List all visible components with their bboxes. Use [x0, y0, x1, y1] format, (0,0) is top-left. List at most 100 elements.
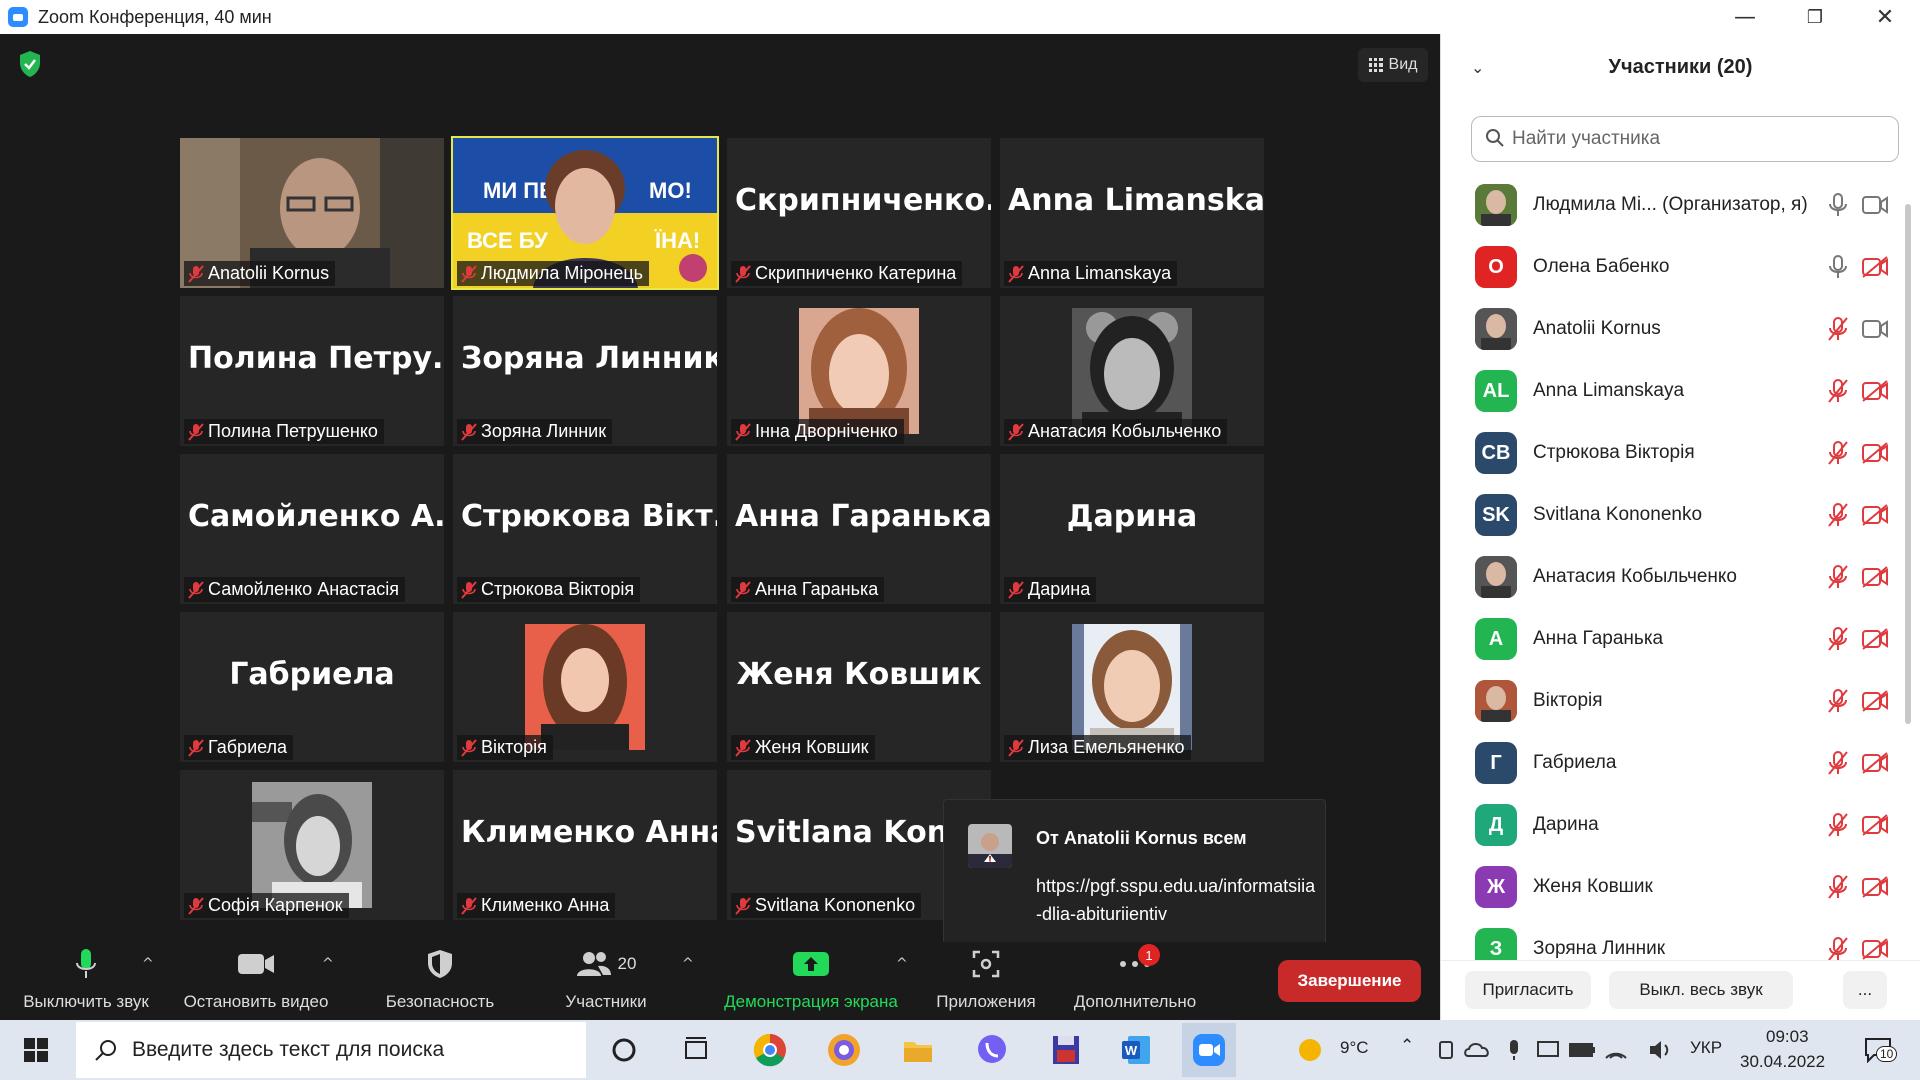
more-button[interactable]: 1 Дополнительно	[1062, 942, 1208, 1020]
word-icon[interactable]: W	[1116, 1030, 1156, 1070]
video-tile[interactable]: Клименко Анна Клименко Анна	[453, 770, 717, 920]
video-tile[interactable]: Анна Гаранька Анна Гаранька	[727, 454, 991, 604]
camera-off-icon[interactable]	[1861, 504, 1889, 526]
restore-button[interactable]: ❐	[1780, 0, 1850, 34]
participant-row[interactable]: О Олена Бабенко	[1441, 236, 1905, 298]
camera-off-icon[interactable]	[1861, 814, 1889, 836]
mic-off-icon[interactable]	[1827, 502, 1849, 528]
taskbar-search-input[interactable]: Введите здесь текст для поиска	[76, 1022, 586, 1078]
mic-off-icon[interactable]	[1827, 750, 1849, 776]
notifications-button[interactable]: 10	[1858, 1030, 1898, 1070]
camera-off-icon[interactable]	[1861, 442, 1889, 464]
stop-video-button[interactable]: Остановить видео	[176, 942, 336, 1020]
zoom-taskbar-button[interactable]	[1182, 1023, 1236, 1077]
mic-off-icon[interactable]	[1827, 812, 1849, 838]
share-options-caret[interactable]: ^	[896, 956, 908, 972]
view-button[interactable]: Вид	[1358, 48, 1428, 82]
participant-row[interactable]: Людмила Мі... (Организатор, я)	[1441, 174, 1905, 236]
participant-row[interactable]: Анатасия Кобыльченко	[1441, 546, 1905, 608]
clock-time[interactable]: 09:03	[1766, 1027, 1809, 1047]
audio-options-caret[interactable]: ^	[142, 956, 154, 972]
participant-search-input[interactable]: Найти участника	[1471, 116, 1899, 162]
task-view-icon[interactable]	[676, 1030, 716, 1070]
apps-button[interactable]: Приложения	[928, 942, 1044, 1020]
participant-row[interactable]: Anatolii Kornus	[1441, 298, 1905, 360]
invite-button[interactable]: Пригласить	[1465, 971, 1591, 1009]
wifi-icon[interactable]	[1596, 1030, 1636, 1070]
camera-off-icon[interactable]	[1861, 380, 1889, 402]
camera-off-icon[interactable]	[1861, 628, 1889, 650]
participant-row[interactable]: СВ Стрюкова Вікторія	[1441, 422, 1905, 484]
video-options-caret[interactable]: ^	[322, 956, 334, 972]
participant-row[interactable]: Г Габриела	[1441, 732, 1905, 794]
mic-off-icon[interactable]	[1827, 936, 1849, 962]
participant-row[interactable]: Вікторія	[1441, 670, 1905, 732]
mic-off-icon[interactable]	[1827, 564, 1849, 590]
clock-date[interactable]: 30.04.2022	[1740, 1052, 1825, 1072]
mic-on-icon[interactable]	[1827, 254, 1849, 280]
video-tile[interactable]: Самойленко А... Самойленко Анастасія	[180, 454, 444, 604]
video-tile[interactable]: МИ ПЕ МО! ВСЕ БУ ЇНА! Людмила Міронець	[451, 136, 719, 290]
mic-off-icon[interactable]	[1827, 440, 1849, 466]
mic-off-icon[interactable]	[1827, 688, 1849, 714]
cortana-icon[interactable]	[604, 1030, 644, 1070]
participant-row[interactable]: Д Дарина	[1441, 794, 1905, 856]
video-tile[interactable]: Софія Карпенок	[180, 770, 444, 920]
security-button[interactable]: Безопасность	[380, 942, 500, 1020]
video-tile[interactable]: Лиза Емельяненко	[1000, 612, 1264, 762]
camera-on-icon[interactable]	[1861, 194, 1889, 216]
save-app-icon[interactable]	[1046, 1030, 1086, 1070]
volume-icon[interactable]	[1640, 1030, 1680, 1070]
participants-options-caret[interactable]: ^	[682, 956, 694, 972]
video-tile[interactable]: Інна Дворніченко	[727, 296, 991, 446]
windows-start-icon[interactable]	[16, 1030, 56, 1070]
video-tile[interactable]: Анатасия Кобыльченко	[1000, 296, 1264, 446]
participant-row[interactable]: А Анна Гаранька	[1441, 608, 1905, 670]
minimize-button[interactable]: —	[1710, 0, 1780, 34]
keyboard-language[interactable]: УКР	[1690, 1038, 1722, 1058]
panel-more-button[interactable]: ...	[1843, 971, 1887, 1009]
video-tile[interactable]: Зоряна Линник Зоряна Линник	[453, 296, 717, 446]
camera-off-icon[interactable]	[1861, 876, 1889, 898]
chat-message-link[interactable]: https://pgf.sspu.edu.ua/informatsiia-dli…	[1036, 872, 1316, 928]
mic-off-icon[interactable]	[1827, 316, 1849, 342]
video-tile[interactable]: Скрипниченко... Скрипниченко Катерина	[727, 138, 991, 288]
camera-off-icon[interactable]	[1861, 690, 1889, 712]
tray-expand-icon[interactable]: ⌃	[1400, 1036, 1414, 1056]
chrome-icon[interactable]	[750, 1030, 790, 1070]
mic-off-icon[interactable]	[1827, 874, 1849, 900]
video-tile[interactable]: Женя Ковшик Женя Ковшик	[727, 612, 991, 762]
close-button[interactable]: ✕	[1850, 0, 1920, 34]
camera-off-icon[interactable]	[1861, 566, 1889, 588]
participant-row[interactable]: SK Svitlana Kononenko	[1441, 484, 1905, 546]
mute-button[interactable]: Выключить звук	[12, 942, 160, 1020]
video-tile[interactable]: Полина Петру... Полина Петрушенко	[180, 296, 444, 446]
camera-off-icon[interactable]	[1861, 938, 1889, 960]
mute-all-button[interactable]: Выкл. весь звук	[1609, 971, 1793, 1009]
video-tile[interactable]: Anatolii Kornus	[180, 138, 444, 288]
participant-row[interactable]: Ж Женя Ковшик	[1441, 856, 1905, 918]
end-meeting-button[interactable]: Завершение	[1278, 960, 1421, 1002]
mic-on-icon[interactable]	[1827, 192, 1849, 218]
participants-button[interactable]: 20 Участники	[556, 942, 656, 1020]
viber-icon[interactable]	[972, 1030, 1012, 1070]
file-explorer-icon[interactable]	[898, 1030, 938, 1070]
participant-row[interactable]: AL Anna Limanskaya	[1441, 360, 1905, 422]
chat-notification[interactable]: От Anatolii Kornus всем https://pgf.sspu…	[943, 799, 1326, 964]
video-tile[interactable]: Габриела Габриела	[180, 612, 444, 762]
camera-on-icon[interactable]	[1861, 318, 1889, 340]
weather-sun-icon[interactable]	[1290, 1030, 1330, 1070]
weather-temperature[interactable]: 9°C	[1340, 1038, 1369, 1058]
yandex-browser-icon[interactable]	[824, 1030, 864, 1070]
camera-off-icon[interactable]	[1861, 256, 1889, 278]
mic-off-icon[interactable]	[1827, 626, 1849, 652]
video-tile[interactable]: Anna Limanskaya Anna Limanskaya	[1000, 138, 1264, 288]
video-tile[interactable]: Стрюкова Вікт... Стрюкова Вікторія	[453, 454, 717, 604]
camera-off-icon[interactable]	[1861, 752, 1889, 774]
mic-off-icon[interactable]	[1827, 378, 1849, 404]
onedrive-icon[interactable]	[1458, 1030, 1498, 1070]
video-tile[interactable]: Дарина Дарина	[1000, 454, 1264, 604]
security-shield-icon[interactable]	[18, 50, 42, 78]
participants-scrollbar[interactable]	[1905, 204, 1911, 724]
video-tile[interactable]: Вікторія	[453, 612, 717, 762]
